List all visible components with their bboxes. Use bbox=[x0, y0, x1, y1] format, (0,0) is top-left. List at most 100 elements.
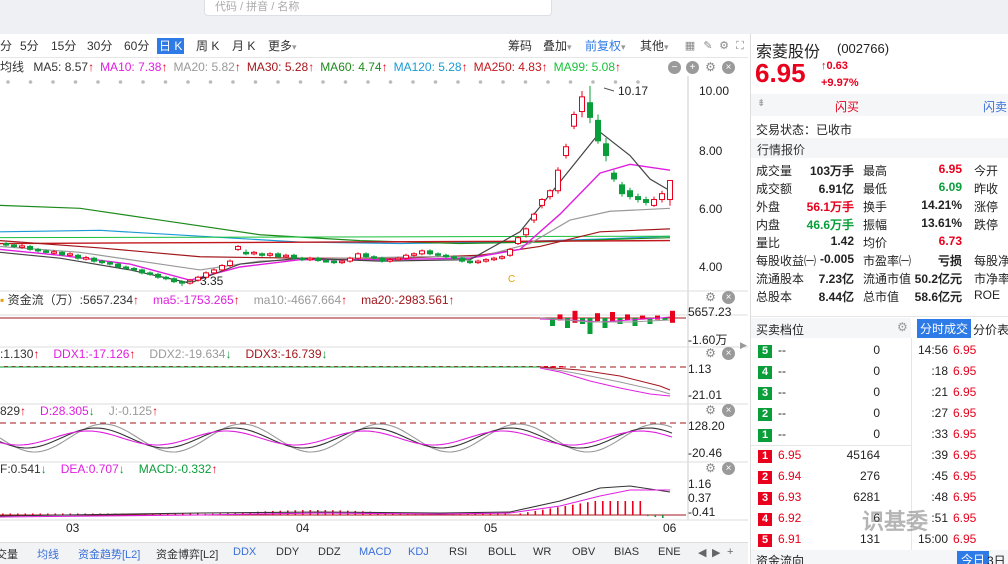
chart-collapse-handle[interactable]: ▶ bbox=[740, 340, 748, 370]
sell-level-badge: 2 bbox=[758, 408, 772, 421]
candle-body bbox=[531, 213, 537, 221]
period-more[interactable]: 更多▾ bbox=[266, 38, 299, 54]
indicator-tab[interactable]: 资金趋势[L2] bbox=[78, 546, 140, 562]
pane-close-icon[interactable]: × bbox=[722, 291, 735, 304]
grid-icon[interactable]: ▦ bbox=[684, 40, 696, 52]
indicator-tab[interactable]: OBV bbox=[572, 546, 595, 558]
quote-value: 8.44亿 bbox=[818, 290, 854, 304]
ddx-legend-item: DDX1:-17.126↑ bbox=[53, 347, 136, 361]
plus-icon[interactable]: + bbox=[686, 61, 699, 74]
fullscreen-icon[interactable]: ⛶ bbox=[734, 40, 746, 52]
macd-bar bbox=[549, 508, 552, 515]
settings-gear-icon[interactable]: ⚙ bbox=[718, 40, 730, 52]
candle-body bbox=[139, 269, 145, 274]
search-input[interactable]: 代码 / 拼音 / 名称 bbox=[204, 0, 552, 16]
candle-body bbox=[603, 143, 609, 157]
period-daily-k[interactable]: 日 K bbox=[157, 38, 185, 54]
flash-sell-button[interactable]: 闪卖 bbox=[983, 98, 1007, 115]
quote-key: 总股本 bbox=[756, 290, 793, 304]
tab-price-table[interactable]: 分价表 bbox=[973, 321, 1008, 338]
event-dot-icon bbox=[298, 80, 303, 84]
quote-value: 6.73 bbox=[938, 234, 962, 248]
candle-body bbox=[339, 260, 345, 264]
collapse-icon[interactable]: ⇟ bbox=[757, 98, 765, 109]
candle-body bbox=[491, 257, 497, 261]
tab-3day[interactable]: 3日 bbox=[987, 552, 1006, 564]
indicator-tab[interactable]: DDY bbox=[276, 546, 299, 558]
tab-time-trades[interactable]: 分时成交 bbox=[917, 319, 972, 338]
fund-flow-legend-item: ma20:-2983.561↑ bbox=[361, 293, 455, 307]
indicator-tab[interactable]: ENE bbox=[658, 546, 681, 558]
buy-level-badge: 3 bbox=[758, 492, 772, 505]
buy-price: 6.93 bbox=[778, 490, 802, 504]
other-tool[interactable]: 其他▾ bbox=[640, 38, 669, 55]
period-30min[interactable]: 30分 bbox=[85, 38, 114, 54]
pane-dot-icon: ▪ bbox=[0, 293, 5, 307]
fund-flow-legend-item: ma10:-4667.664↑ bbox=[253, 293, 348, 307]
indicator-tab[interactable]: KDJ bbox=[408, 546, 429, 558]
indicator-tab[interactable]: DDX bbox=[233, 546, 256, 558]
trade-price: 6.95 bbox=[953, 532, 977, 546]
candle-body bbox=[235, 245, 241, 250]
indicator-tab[interactable]: BOLL bbox=[488, 546, 516, 558]
event-dot-icon bbox=[366, 80, 370, 84]
pane-settings-icon[interactable]: ⚙ bbox=[704, 404, 717, 417]
indicator-tab[interactable]: WR bbox=[533, 546, 551, 558]
candle-body bbox=[91, 257, 97, 262]
macd-bar bbox=[654, 515, 657, 518]
event-marker-c[interactable]: C bbox=[508, 274, 515, 285]
indicator-tab[interactable]: 资金博弈[L2] bbox=[156, 546, 218, 562]
kline-chart[interactable] bbox=[0, 76, 748, 564]
candle-body bbox=[275, 253, 281, 258]
macd-bar bbox=[624, 501, 627, 515]
period-weekly-k[interactable]: 周 K bbox=[194, 38, 221, 54]
period-15min[interactable]: 15分 bbox=[49, 38, 78, 54]
pane-settings-icon[interactable]: ⚙ bbox=[704, 291, 717, 304]
candle-body bbox=[35, 248, 41, 252]
sell-level-badge: 1 bbox=[758, 429, 772, 442]
pane-settings-icon[interactable]: ⚙ bbox=[704, 61, 717, 74]
adjust-forward-tool[interactable]: 前复权▾ bbox=[585, 38, 626, 55]
tab-scroll-left-icon[interactable]: ◀ bbox=[698, 546, 706, 559]
event-dot-icon bbox=[546, 80, 550, 84]
buy-price: 6.92 bbox=[778, 511, 802, 525]
pane-close-icon[interactable]: × bbox=[722, 404, 735, 417]
indicator-tab[interactable]: BIAS bbox=[614, 546, 639, 558]
orderbook-settings-icon[interactable]: ⚙ bbox=[897, 320, 908, 334]
chips-tool[interactable]: 筹码 bbox=[508, 38, 532, 54]
macd-legend: F:0.541↓ DEA:0.707↓ MACD:-0.332↑ bbox=[0, 462, 231, 476]
ddx-legend-item: DDX3:-16.739↓ bbox=[245, 347, 328, 361]
flash-buy-button[interactable]: 闪买 bbox=[835, 98, 859, 115]
fund-flow-bar bbox=[587, 318, 593, 334]
period-5min[interactable]: 5分 bbox=[18, 38, 41, 54]
pane-close-icon[interactable]: × bbox=[722, 462, 735, 475]
add-indicator-icon[interactable]: + bbox=[727, 546, 733, 558]
draw-pen-icon[interactable]: ✎ bbox=[702, 40, 714, 52]
pane-close-icon[interactable]: × bbox=[722, 347, 735, 360]
ma-lead-label: 均线 bbox=[0, 60, 25, 74]
pane-settings-icon[interactable]: ⚙ bbox=[704, 347, 717, 360]
kdj-legend-item: J:-0.125↑ bbox=[108, 404, 159, 418]
ma-legend-item: MA5: 8.57↑ bbox=[33, 60, 95, 74]
overlay-tool[interactable]: 叠加▾ bbox=[543, 38, 572, 55]
indicator-tab[interactable]: 交量 bbox=[0, 546, 18, 562]
indicator-tab[interactable]: DDZ bbox=[318, 546, 341, 558]
tab-scroll-right-icon[interactable]: ▶ bbox=[712, 546, 720, 559]
candle-body bbox=[75, 254, 81, 259]
event-dot-icon bbox=[478, 80, 483, 84]
indicator-tab[interactable]: MACD bbox=[359, 546, 391, 558]
tab-today[interactable]: 今日 bbox=[957, 551, 990, 564]
trade-time: :51 bbox=[931, 511, 948, 525]
minus-icon[interactable]: − bbox=[668, 61, 681, 74]
y-tick-main: 4.00 bbox=[699, 260, 723, 274]
pane-settings-icon[interactable]: ⚙ bbox=[704, 462, 717, 475]
fund-flow-bar bbox=[602, 318, 608, 328]
indicator-tab[interactable]: 均线 bbox=[37, 546, 59, 562]
period-1min[interactable]: 分 bbox=[0, 38, 14, 54]
pane-close-icon[interactable]: × bbox=[722, 61, 735, 74]
macd-bar bbox=[9, 513, 12, 515]
indicator-tab[interactable]: RSI bbox=[449, 546, 467, 558]
period-60min[interactable]: 60分 bbox=[122, 38, 151, 54]
period-monthly-k[interactable]: 月 K bbox=[230, 38, 257, 54]
event-dot-icon bbox=[96, 80, 100, 84]
